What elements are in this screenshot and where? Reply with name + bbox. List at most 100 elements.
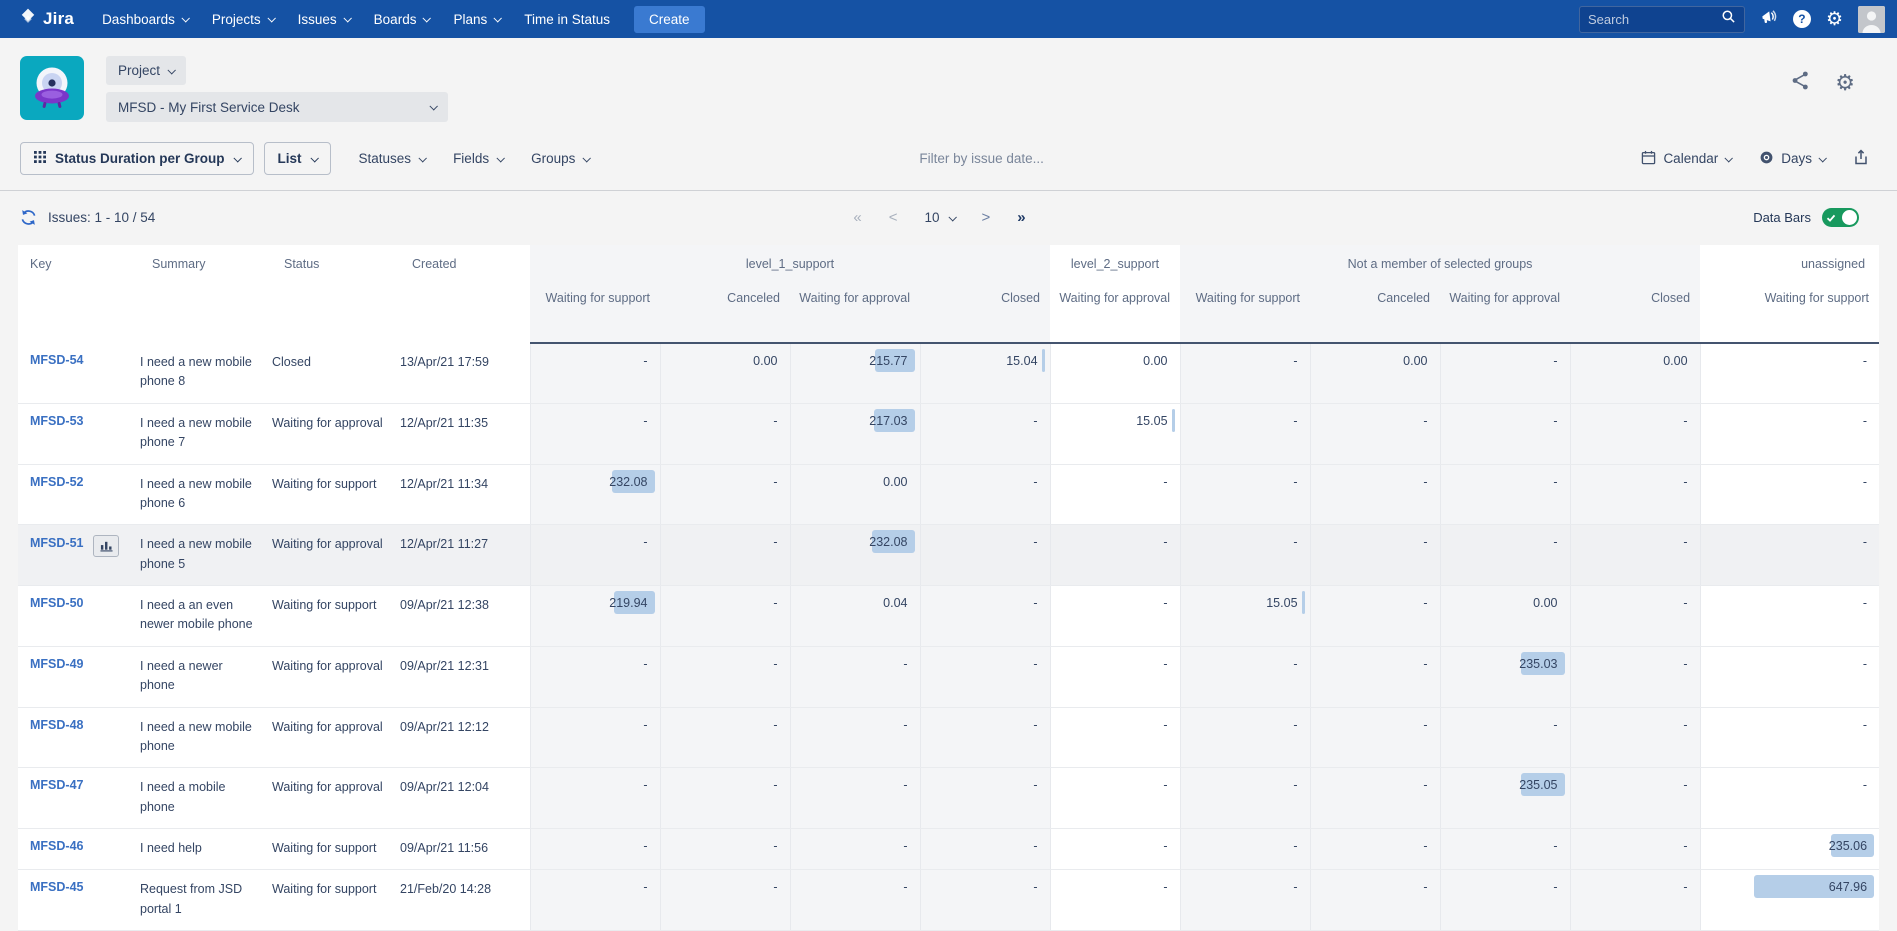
prev-page-button[interactable]: <: [889, 209, 898, 226]
duration-cell: -: [1700, 768, 1879, 829]
toolbar-menus: Statuses Fields Groups: [331, 151, 590, 166]
last-page-button[interactable]: »: [1017, 209, 1025, 226]
duration-value: -: [1293, 778, 1297, 792]
duration-cell: -: [1440, 464, 1570, 525]
issue-key-link[interactable]: MFSD-47: [30, 778, 83, 792]
column-header-level-1-support-closed[interactable]: Closed: [920, 281, 1050, 343]
nav-item-dashboards[interactable]: Dashboards: [90, 0, 200, 38]
page-settings-gear-icon[interactable]: ⚙: [1835, 72, 1855, 94]
chevron-down-icon: [948, 213, 956, 221]
issues-count-label: Issues: 1 - 10 / 54: [48, 210, 155, 225]
issue-date-filter-input[interactable]: [619, 151, 1621, 166]
summary-cell: I need a new mobile phone: [140, 707, 272, 768]
duration-value: 235.03: [1519, 657, 1557, 671]
summary-cell: I need a new mobile phone 5: [140, 525, 272, 586]
help-icon[interactable]: ?: [1793, 10, 1811, 28]
column-header-status[interactable]: Status: [272, 245, 400, 343]
nav-item-boards[interactable]: Boards: [362, 0, 442, 38]
duration-value: -: [1293, 535, 1297, 549]
nav-item-label: Issues: [298, 12, 337, 27]
create-button[interactable]: Create: [634, 6, 705, 33]
menu-groups[interactable]: Groups: [531, 151, 589, 166]
export-button[interactable]: [1853, 149, 1869, 169]
issue-row: MFSD-47I need a mobile phoneWaiting for …: [18, 768, 1879, 829]
time-units-label: Days: [1781, 151, 1812, 166]
menu-statuses[interactable]: Statuses: [359, 151, 426, 166]
duration-value: -: [1423, 778, 1427, 792]
column-header-summary[interactable]: Summary: [140, 245, 272, 343]
calendar-button[interactable]: Calendar: [1641, 150, 1731, 168]
duration-cell: -: [530, 870, 660, 931]
duration-cell: 0.00: [1050, 343, 1180, 403]
issue-key-link[interactable]: MFSD-49: [30, 657, 83, 671]
summary-cell: I need help: [140, 829, 272, 870]
column-header-not-a-member-of-selected-groups-waiting-for-approval[interactable]: Waiting for approval: [1440, 281, 1570, 343]
bar-chart-icon: [100, 540, 113, 552]
pagination-bar: Issues: 1 - 10 / 54 « < 10 > » Data Bars: [0, 191, 1897, 237]
issue-key-link[interactable]: MFSD-51: [30, 536, 83, 550]
data-bar: [1302, 591, 1305, 614]
column-header-not-a-member-of-selected-groups-waiting-for-support[interactable]: Waiting for support: [1180, 281, 1310, 343]
duration-cell: -: [920, 829, 1050, 870]
issue-key-link[interactable]: MFSD-53: [30, 414, 83, 428]
column-header-not-a-member-of-selected-groups-closed[interactable]: Closed: [1570, 281, 1700, 343]
nav-item-time-in-status[interactable]: Time in Status: [512, 0, 622, 38]
menu-fields[interactable]: Fields: [453, 151, 503, 166]
search-box[interactable]: [1579, 6, 1745, 33]
status-cell: Waiting for support: [272, 586, 400, 647]
duration-value: -: [1033, 718, 1037, 732]
announcement-icon[interactable]: [1760, 8, 1778, 31]
column-header-not-a-member-of-selected-groups-canceled[interactable]: Canceled: [1310, 281, 1440, 343]
jira-logo[interactable]: Jira: [18, 7, 74, 32]
duration-cell: -: [790, 829, 920, 870]
project-avatar[interactable]: [20, 56, 84, 120]
duration-value: -: [1163, 475, 1167, 489]
issue-key-link[interactable]: MFSD-54: [30, 353, 83, 367]
search-input[interactable]: [1588, 12, 1721, 27]
group-header-row: KeySummaryStatusCreatedlevel_1_supportle…: [18, 245, 1879, 281]
page-size-select[interactable]: 10: [924, 210, 954, 225]
nav-item-projects[interactable]: Projects: [200, 0, 286, 38]
column-header-created[interactable]: Created: [400, 245, 530, 343]
column-header-level-2-support-waiting-for-approval[interactable]: Waiting for approval: [1050, 281, 1180, 343]
refresh-icon[interactable]: [20, 209, 37, 226]
toggle-knob: [1842, 210, 1857, 225]
data-bars-toggle[interactable]: [1822, 208, 1859, 227]
column-header-unassigned-waiting-for-support[interactable]: Waiting for support: [1700, 281, 1879, 343]
duration-cell: -: [1700, 707, 1879, 768]
view-mode-button[interactable]: List: [264, 142, 331, 175]
duration-cell: 647.96: [1700, 870, 1879, 931]
chart-view-button[interactable]: [93, 535, 119, 557]
user-avatar[interactable]: [1858, 6, 1885, 33]
duration-cell: -: [1310, 586, 1440, 647]
duration-value: -: [773, 535, 777, 549]
issue-key-link[interactable]: MFSD-52: [30, 475, 83, 489]
scope-selector-button[interactable]: Project: [106, 56, 186, 85]
report-type-button[interactable]: Status Duration per Group: [20, 142, 254, 175]
report-toolbar: Status Duration per Group List Statuses F…: [0, 122, 1897, 191]
first-page-button[interactable]: «: [853, 209, 861, 226]
project-select-value: MFSD - My First Service Desk: [118, 100, 300, 115]
column-header-level-1-support-canceled[interactable]: Canceled: [660, 281, 790, 343]
column-header-key[interactable]: Key: [18, 245, 140, 343]
issue-key-link[interactable]: MFSD-45: [30, 880, 83, 894]
issue-key-link[interactable]: MFSD-48: [30, 718, 83, 732]
nav-item-plans[interactable]: Plans: [441, 0, 512, 38]
share-icon[interactable]: [1790, 70, 1811, 96]
duration-cell: -: [1570, 768, 1700, 829]
column-header-level-1-support-waiting-for-approval[interactable]: Waiting for approval: [790, 281, 920, 343]
issue-key-link[interactable]: MFSD-46: [30, 839, 83, 853]
duration-cell: -: [1180, 707, 1310, 768]
duration-cell: -: [530, 343, 660, 403]
column-header-level-1-support-waiting-for-support[interactable]: Waiting for support: [530, 281, 660, 343]
duration-value: -: [1863, 414, 1867, 428]
next-page-button[interactable]: >: [982, 209, 991, 226]
time-units-button[interactable]: Days: [1759, 150, 1825, 168]
issue-row: MFSD-49I need a newer phoneWaiting for a…: [18, 646, 1879, 707]
chevron-down-icon: [1818, 154, 1826, 162]
duration-cell: -: [530, 707, 660, 768]
settings-gear-icon[interactable]: ⚙: [1826, 10, 1843, 29]
nav-item-issues[interactable]: Issues: [286, 0, 362, 38]
issue-key-link[interactable]: MFSD-50: [30, 596, 83, 610]
project-select[interactable]: MFSD - My First Service Desk: [106, 92, 448, 122]
